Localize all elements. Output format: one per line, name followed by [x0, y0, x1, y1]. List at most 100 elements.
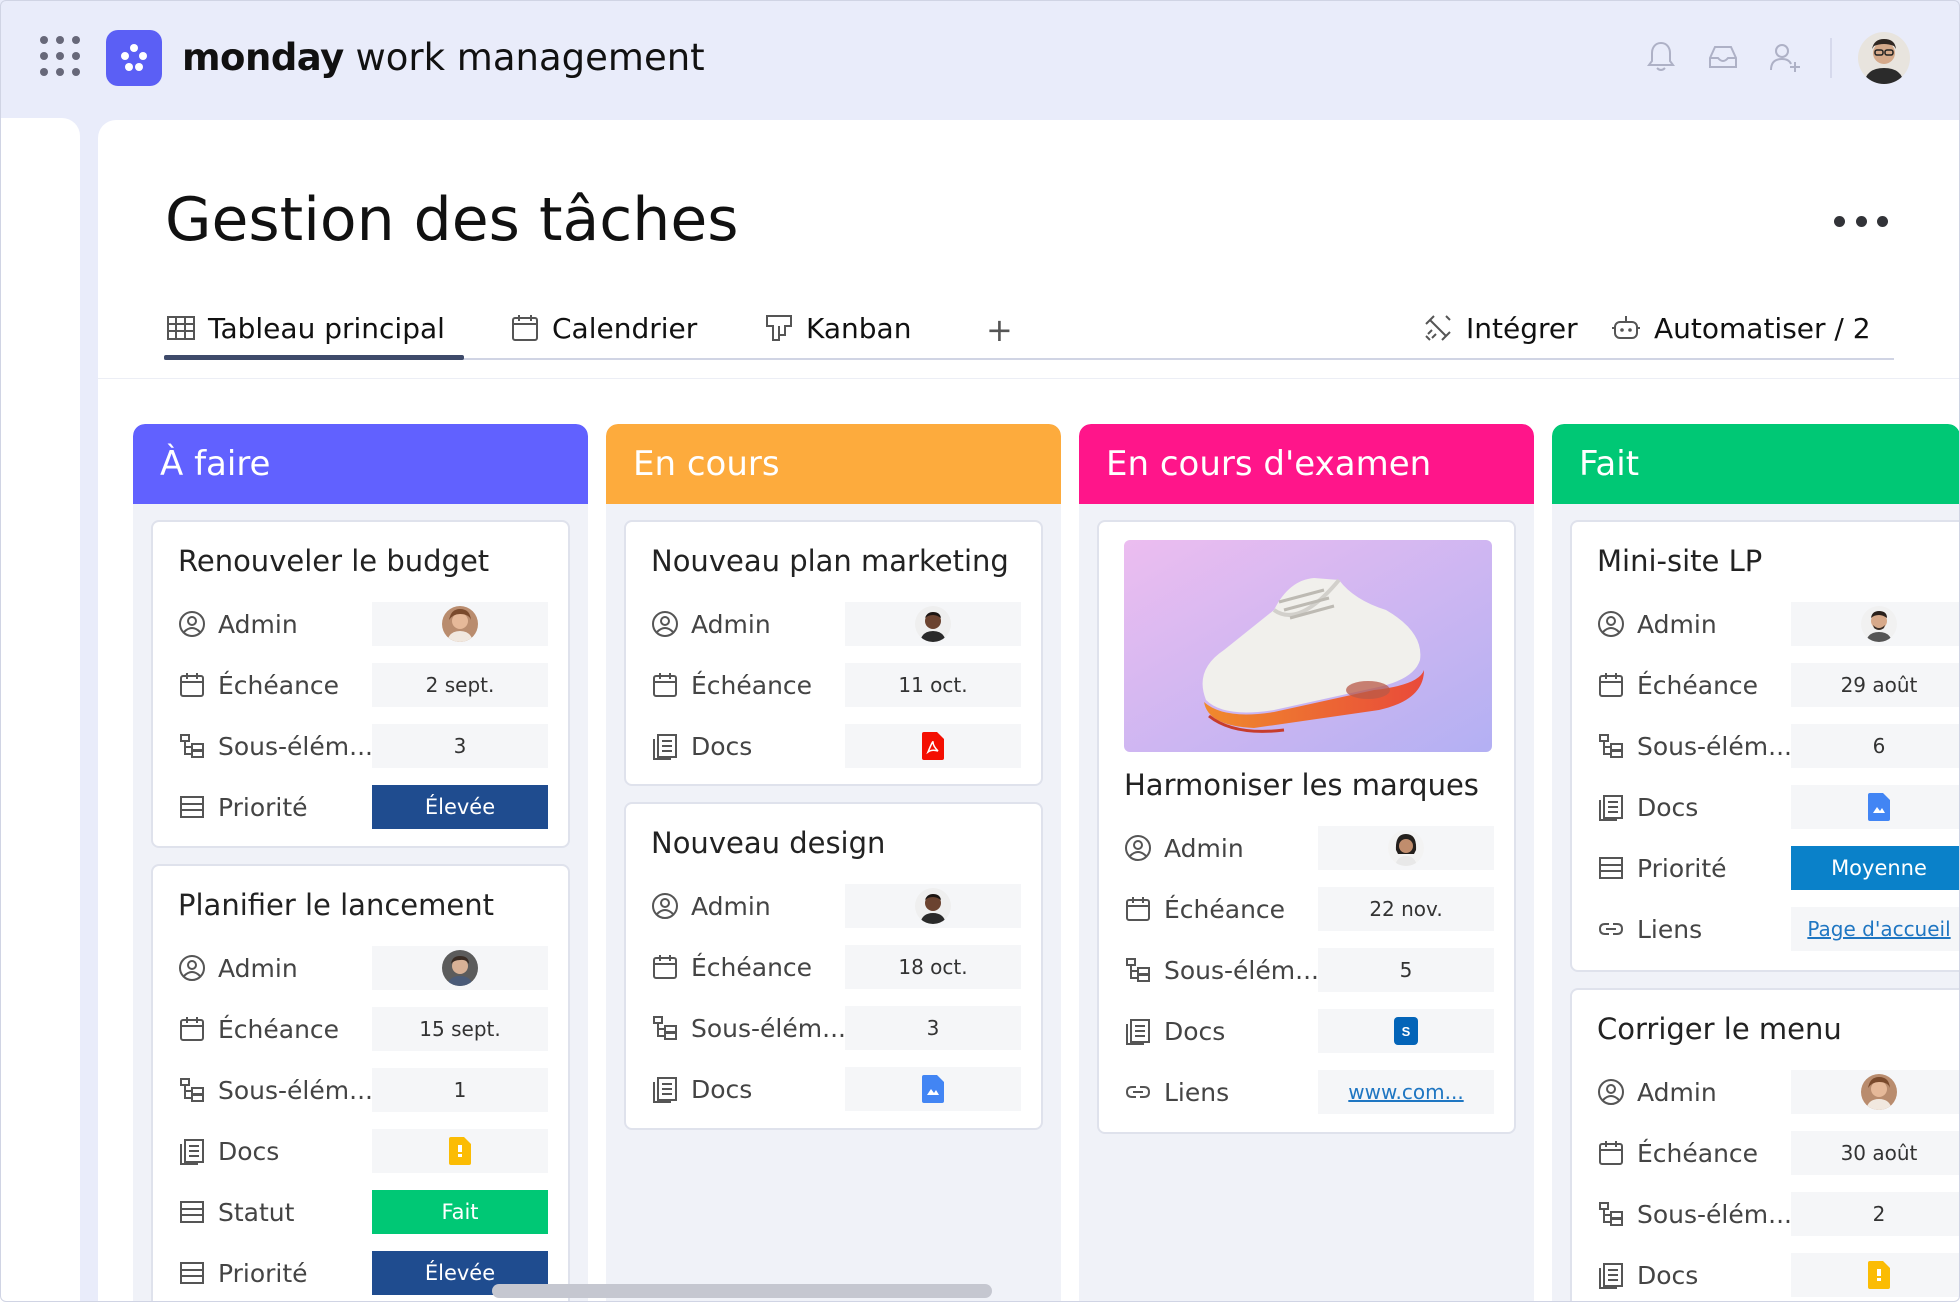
due-date-value[interactable]: 22 nov.: [1318, 887, 1494, 931]
avatar: [915, 606, 951, 642]
monday-logo-icon[interactable]: [106, 30, 162, 86]
add-view-button[interactable]: +: [986, 310, 1013, 350]
priority-badge[interactable]: Moyenne: [1791, 846, 1960, 890]
docs-value[interactable]: [1791, 1253, 1960, 1297]
google-image-file-icon: [922, 1075, 944, 1103]
field-due: Échéance 2 sept.: [178, 663, 548, 707]
card-title: Corriger le menu: [1597, 1012, 1842, 1046]
admin-value[interactable]: [845, 602, 1021, 646]
field-docs: Docs: [651, 1067, 1021, 1111]
column-header[interactable]: En cours d'examen: [1079, 424, 1534, 504]
person-icon: [1598, 611, 1624, 637]
due-date-value[interactable]: 15 sept.: [372, 1007, 548, 1051]
calendar-icon: [180, 673, 204, 697]
brand-name: monday work management: [182, 36, 705, 79]
card-title: Renouveler le budget: [178, 544, 490, 578]
field-subitems: Sous-élém... 3: [178, 724, 548, 768]
link-value[interactable]: www.com...: [1318, 1070, 1494, 1114]
more-options-icon[interactable]: [1834, 216, 1888, 230]
column-header[interactable]: En cours: [606, 424, 1061, 504]
column-header[interactable]: À faire: [133, 424, 588, 504]
calendar-icon: [653, 955, 677, 979]
card-new-marketing-plan[interactable]: Nouveau plan marketing Admin Échéance 11…: [624, 520, 1043, 786]
admin-value[interactable]: [372, 946, 548, 990]
docs-value[interactable]: [845, 1067, 1021, 1111]
due-date-value[interactable]: 2 sept.: [372, 663, 548, 707]
link-value[interactable]: Page d'accueil: [1791, 907, 1960, 951]
tab-calendar[interactable]: Calendrier: [510, 306, 697, 350]
docs-icon: [1599, 795, 1623, 821]
field-due: Échéance 15 sept.: [178, 1007, 548, 1051]
person-icon: [652, 893, 678, 919]
due-date-value[interactable]: 30 août: [1791, 1131, 1960, 1175]
field-due: Échéance 11 oct.: [651, 663, 1021, 707]
card-renew-budget[interactable]: Renouveler le budget Admin Échéance 2 se…: [151, 520, 570, 848]
card-title: Planifier le lancement: [178, 888, 494, 922]
subitems-icon: [180, 1078, 204, 1102]
automate-button[interactable]: Automatiser / 2: [1610, 306, 1871, 350]
card-fix-menu[interactable]: Corriger le menu Admin Échéance 30 août …: [1570, 988, 1960, 1302]
card-harmonize-brands[interactable]: Harmoniser les marques Admin Échéance 22…: [1097, 520, 1516, 1134]
docs-icon: [1126, 1019, 1150, 1045]
field-due: Échéance 30 août: [1597, 1131, 1960, 1175]
tab-kanban[interactable]: Kanban: [764, 306, 911, 350]
avatar: [1861, 606, 1897, 642]
person-icon: [652, 611, 678, 637]
card-new-design[interactable]: Nouveau design Admin Échéance 18 oct. So…: [624, 802, 1043, 1130]
kanban-icon: [766, 315, 792, 341]
calendar-icon: [180, 1017, 204, 1041]
horizontal-scrollbar[interactable]: [492, 1284, 992, 1298]
admin-value[interactable]: [1791, 1070, 1960, 1114]
due-date-value[interactable]: 18 oct.: [845, 945, 1021, 989]
subitems-count[interactable]: 2: [1791, 1192, 1960, 1236]
admin-value[interactable]: [845, 884, 1021, 928]
link-icon: [1598, 923, 1624, 935]
subitems-icon: [1599, 734, 1623, 758]
calendar-icon: [1599, 1141, 1623, 1165]
apps-grid-icon[interactable]: [40, 36, 80, 76]
field-admin: Admin: [178, 602, 548, 646]
docs-value[interactable]: [1791, 785, 1960, 829]
tab-main-table[interactable]: Tableau principal: [166, 306, 445, 350]
due-date-value[interactable]: 29 août: [1791, 663, 1960, 707]
integrate-button[interactable]: Intégrer: [1422, 306, 1578, 350]
docs-value[interactable]: [372, 1129, 548, 1173]
person-icon: [1125, 835, 1151, 861]
column-in-progress: En cours Nouveau plan marketing Admin Éc…: [606, 424, 1061, 1302]
integrate-icon: [1425, 315, 1451, 341]
admin-value[interactable]: [1791, 602, 1960, 646]
bell-icon[interactable]: [1646, 40, 1676, 74]
card-plan-launch[interactable]: Planifier le lancement Admin Échéance 15…: [151, 864, 570, 1302]
due-date-value[interactable]: 11 oct.: [845, 663, 1021, 707]
field-subitems: Sous-élém... 2: [1597, 1192, 1960, 1236]
docs-value[interactable]: [845, 724, 1021, 768]
calendar-icon: [512, 315, 538, 341]
subitems-count[interactable]: 3: [845, 1006, 1021, 1050]
subitems-count[interactable]: 1: [372, 1068, 548, 1112]
field-priority: Priorité Élevée: [178, 785, 548, 829]
admin-value[interactable]: [1318, 826, 1494, 870]
user-avatar[interactable]: [1858, 32, 1910, 84]
priority-badge[interactable]: Élevée: [372, 785, 548, 829]
field-docs: Docs: [651, 724, 1021, 768]
calendar-icon: [1126, 897, 1150, 921]
docs-value[interactable]: S: [1318, 1009, 1494, 1053]
subitems-count[interactable]: 3: [372, 724, 548, 768]
column-review: En cours d'examen Harmoniser les marques…: [1079, 424, 1534, 1302]
field-docs: Docs S: [1124, 1009, 1494, 1053]
avatar: [1388, 830, 1424, 866]
field-due: Échéance 22 nov.: [1124, 887, 1494, 931]
admin-value[interactable]: [372, 602, 548, 646]
subitems-count[interactable]: 6: [1791, 724, 1960, 768]
status-badge[interactable]: Fait: [372, 1190, 548, 1234]
subitems-count[interactable]: 5: [1318, 948, 1494, 992]
column-header[interactable]: Fait: [1552, 424, 1960, 504]
docs-icon: [653, 1077, 677, 1103]
subitems-icon: [1126, 958, 1150, 982]
invite-user-icon[interactable]: [1768, 40, 1802, 74]
status-column-icon: [180, 1262, 204, 1284]
docs-icon: [1599, 1263, 1623, 1289]
card-lp-minisite[interactable]: Mini-site LP Admin Échéance 29 août Sous…: [1570, 520, 1960, 972]
field-subitems: Sous-élém... 5: [1124, 948, 1494, 992]
inbox-icon[interactable]: [1706, 40, 1740, 74]
